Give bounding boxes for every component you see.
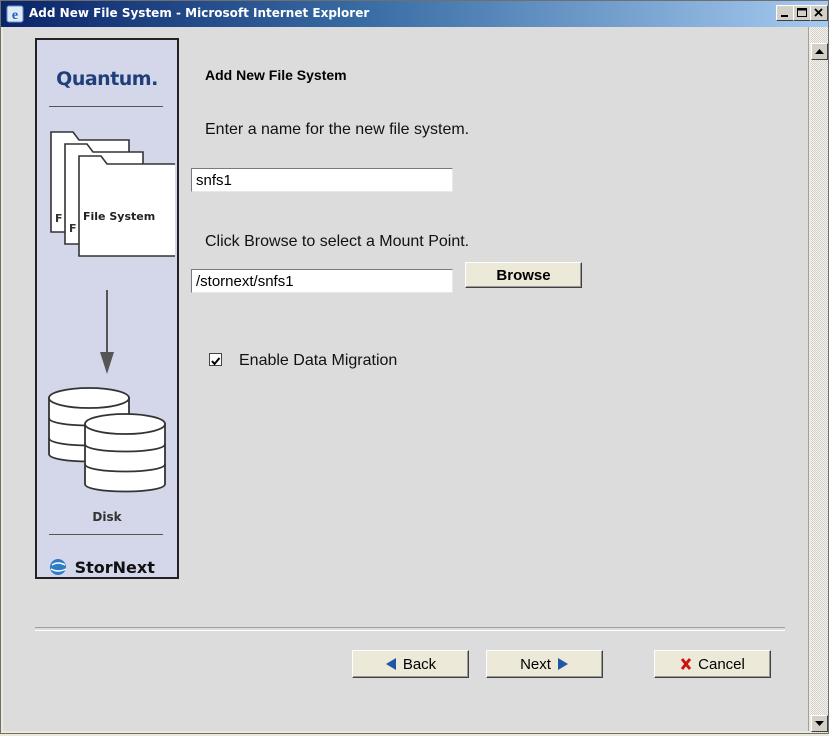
footer-divider (35, 627, 785, 631)
title-bar[interactable]: e Add New File System - Microsoft Intern… (1, 1, 828, 27)
side-divider (49, 534, 163, 535)
cancel-label: Cancel (698, 655, 745, 673)
file-system-folders-icon: F F (50, 131, 175, 257)
name-prompt: Enter a name for the new file system. (205, 121, 470, 138)
next-button[interactable]: Next (486, 650, 603, 678)
browse-label: Browse (496, 266, 551, 284)
next-label: Next (520, 655, 551, 673)
mount-point-input[interactable]: /stornext/snfs1 (191, 269, 453, 293)
internet-explorer-icon: e (6, 5, 24, 23)
minimize-button[interactable] (776, 5, 794, 21)
scroll-down-button[interactable] (811, 715, 828, 732)
browser-window: e Add New File System - Microsoft Intern… (0, 0, 829, 734)
svg-text:F: F (69, 222, 77, 235)
next-arrow-icon (557, 658, 568, 670)
quantum-logo: Quantum. (56, 68, 158, 90)
scroll-down-arrow-icon (815, 721, 824, 726)
stornext-globe-icon (50, 559, 67, 575)
browse-button[interactable]: Browse (465, 262, 582, 288)
stornext-logo: StorNext (49, 558, 155, 577)
window-title: Add New File System - Microsoft Internet… (29, 6, 370, 20)
minimize-icon (781, 15, 788, 17)
back-arrow-icon (385, 658, 396, 670)
mount-point-prompt: Click Browse to select a Mount Point. (205, 233, 470, 250)
close-icon (814, 8, 823, 17)
cancel-x-icon (680, 658, 692, 670)
side-divider (49, 106, 163, 107)
vertical-scrollbar[interactable] (811, 27, 828, 733)
enable-data-migration-label: Enable Data Migration (239, 352, 398, 369)
wizard-side-panel: Quantum. F F File System Disk StorNext (35, 38, 179, 579)
svg-text:e: e (12, 8, 18, 23)
stornext-label: StorNext (74, 558, 155, 577)
scroll-up-arrow-icon (815, 49, 824, 54)
down-arrow-icon (100, 290, 114, 374)
back-button[interactable]: Back (352, 650, 469, 678)
back-label: Back (402, 655, 437, 673)
checkmark-icon (211, 357, 221, 366)
svg-text:F: F (55, 212, 63, 225)
cancel-button[interactable]: Cancel (654, 650, 771, 678)
enable-data-migration-checkbox[interactable] (209, 353, 222, 366)
maximize-button[interactable] (793, 5, 811, 21)
file-system-name-input[interactable]: snfs1 (191, 168, 453, 192)
file-system-label: File System (83, 210, 156, 223)
page-title: Add New File System (205, 67, 347, 83)
dialog-content: Quantum. F F File System Disk StorNext A… (3, 27, 809, 731)
disk-stack-icon (48, 387, 166, 493)
close-button[interactable] (810, 5, 828, 21)
disk-label: Disk (92, 510, 122, 524)
maximize-icon (797, 8, 807, 17)
scroll-up-button[interactable] (811, 43, 828, 60)
